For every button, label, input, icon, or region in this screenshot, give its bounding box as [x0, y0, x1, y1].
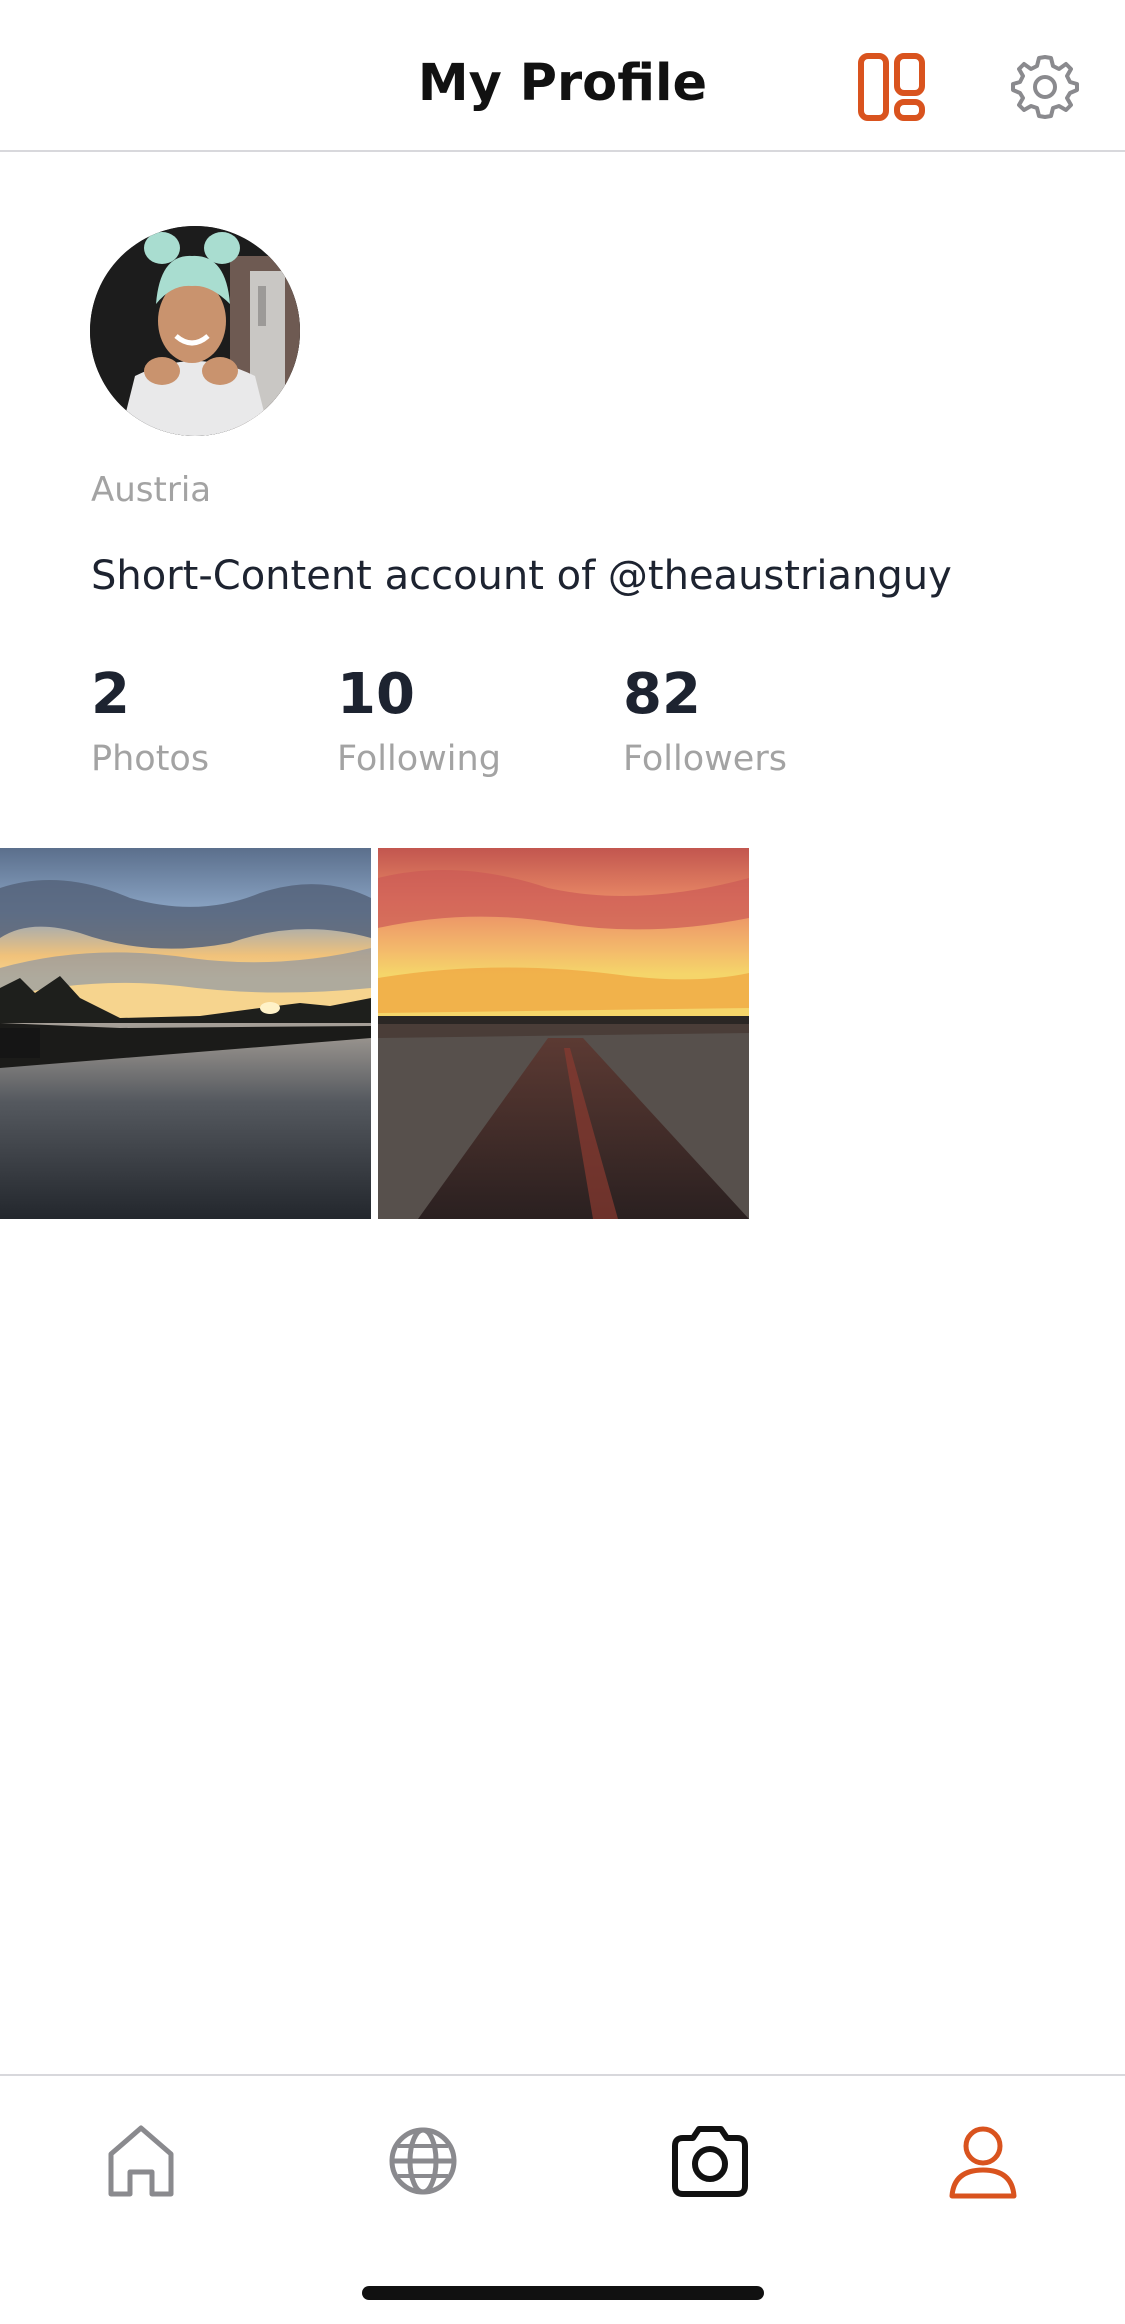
photo-thumbnail-road-sunset[interactable]	[378, 848, 749, 1219]
gear-icon[interactable]	[1010, 52, 1080, 122]
globe-icon[interactable]	[378, 2116, 468, 2206]
stat-following[interactable]: 10 Following	[337, 662, 501, 780]
home-indicator	[362, 2286, 764, 2300]
profile-location: Austria	[91, 470, 212, 510]
user-icon[interactable]	[938, 2116, 1028, 2206]
avatar[interactable]	[90, 226, 300, 436]
stat-following-label: Following	[337, 739, 501, 779]
stat-photos[interactable]: 2 Photos	[91, 662, 210, 780]
layout-grid-icon[interactable]	[857, 52, 927, 122]
home-icon[interactable]	[96, 2116, 186, 2206]
stat-followers[interactable]: 82 Followers	[623, 662, 787, 780]
stat-following-count: 10	[337, 662, 415, 727]
profile-screen: My Profile Austria Short-Content account…	[0, 0, 1125, 2324]
stat-photos-count: 2	[91, 662, 130, 727]
profile-bio: Short-Content account of @theaustrianguy	[91, 553, 952, 599]
stat-followers-label: Followers	[623, 739, 787, 779]
photo-thumbnail-river-sunset[interactable]	[0, 848, 371, 1219]
photo-grid	[0, 848, 1125, 1220]
camera-icon[interactable]	[665, 2116, 755, 2206]
top-navigation-bar: My Profile	[0, 0, 1125, 152]
page-title: My Profile	[417, 54, 708, 113]
stat-followers-count: 82	[623, 662, 701, 727]
stat-photos-label: Photos	[91, 739, 210, 779]
